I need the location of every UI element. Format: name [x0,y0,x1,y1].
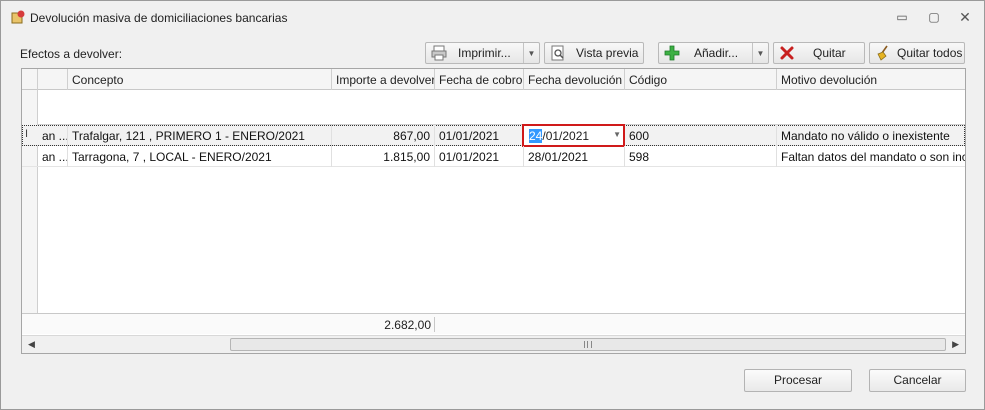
scroll-right-icon[interactable]: ▶ [952,339,959,350]
cell-fecha-cobro[interactable]: 01/01/2021 [435,125,524,146]
remove-all-label: Quitar todos [897,46,963,60]
process-button[interactable]: Procesar [744,369,852,392]
remove-label: Quitar [813,46,846,60]
print-dropdown-arrow[interactable]: ▼ [523,43,539,63]
cell-fecha-devolucion[interactable]: 28/01/2021 [524,146,625,167]
minimize-button[interactable]: ▭ [894,9,910,25]
cell-motivo[interactable]: Faltan datos del mandato o son inc... [777,146,965,167]
table-row[interactable]: I an ... Trafalgar, 121 , PRIMERO 1 - EN… [22,125,965,146]
title-bar: Devolución masiva de domiciliaciones ban… [1,1,984,33]
cell-fecha-cobro[interactable]: 01/01/2021 [435,146,524,167]
print-button[interactable]: Imprimir... ▼ [425,42,540,64]
preview-icon [551,45,564,61]
cell-concepto[interactable]: Tarragona, 7 , LOCAL - ENERO/2021 [68,146,332,167]
date-editor-rest: /01/2021 [542,129,590,143]
scrollbar-thumb[interactable] [230,338,946,351]
cell-codigo[interactable]: 600 [625,125,777,146]
header-first[interactable] [38,69,68,90]
broom-icon [877,45,888,61]
header-fecha-cobro[interactable]: Fecha de cobro [435,69,524,90]
preview-label: Vista previa [576,46,639,60]
cell-codigo[interactable]: 598 [625,146,777,167]
x-icon [780,46,794,60]
row-cursor-icon: I [25,128,29,140]
restore-button[interactable]: ▢ [926,9,942,25]
close-button[interactable]: ✕ [957,9,973,25]
date-editor-selected-day: 24 [529,129,543,143]
add-button[interactable]: Añadir... ▼ [658,42,769,64]
header-fecha-devolucion[interactable]: Fecha devolución [524,69,625,90]
data-grid[interactable]: Concepto Importe a devolver Fecha de cob… [21,68,966,354]
dialog-window: Devolución masiva de domiciliaciones ban… [0,0,985,410]
cell-importe[interactable]: 1.815,00 [332,146,435,167]
grid-filter-row[interactable] [22,90,965,125]
remove-all-button[interactable]: Quitar todos [869,42,965,64]
cell-concepto[interactable]: Trafalgar, 121 , PRIMERO 1 - ENERO/2021 [68,125,332,146]
grip-icon [584,341,592,348]
window-title: Devolución masiva de domiciliaciones ban… [30,11,288,25]
plus-icon [664,45,680,61]
scroll-left-icon[interactable]: ◀ [28,339,35,350]
header-importe[interactable]: Importe a devolver [332,69,435,90]
preview-button[interactable]: Vista previa [544,42,644,64]
header-codigo[interactable]: Código [625,69,777,90]
section-label: Efectos a devolver: [20,47,123,61]
date-editor-input[interactable]: 24/01/2021 ▼ [522,124,625,147]
print-label: Imprimir... [458,46,511,60]
header-indicator [22,69,38,90]
total-importe: 2.682,00 [384,318,431,332]
cancel-button[interactable]: Cancelar [869,369,966,392]
table-row[interactable]: an ... Tarragona, 7 , LOCAL - ENERO/2021… [22,146,965,167]
remove-button[interactable]: Quitar [773,42,865,64]
header-concepto[interactable]: Concepto [68,69,332,90]
horizontal-scrollbar[interactable]: ◀ ▶ [22,335,965,353]
cell-importe[interactable]: 867,00 [332,125,435,146]
header-motivo[interactable]: Motivo devolución [777,69,965,90]
date-editor-value: 24/01/2021 [529,129,589,143]
add-label: Añadir... [694,46,739,60]
cell-first[interactable]: an ... [38,125,68,146]
footer-separator [434,317,435,332]
cell-first[interactable]: an ... [38,146,68,167]
add-dropdown-arrow[interactable]: ▼ [752,43,768,63]
chevron-down-icon[interactable]: ▼ [613,130,621,139]
printer-icon [431,45,447,61]
app-icon [11,10,25,24]
grid-footer-summary: 2.682,00 [22,313,965,334]
grid-header: Concepto Importe a devolver Fecha de cob… [22,69,965,90]
cell-motivo[interactable]: Mandato no válido o inexistente [777,125,965,146]
